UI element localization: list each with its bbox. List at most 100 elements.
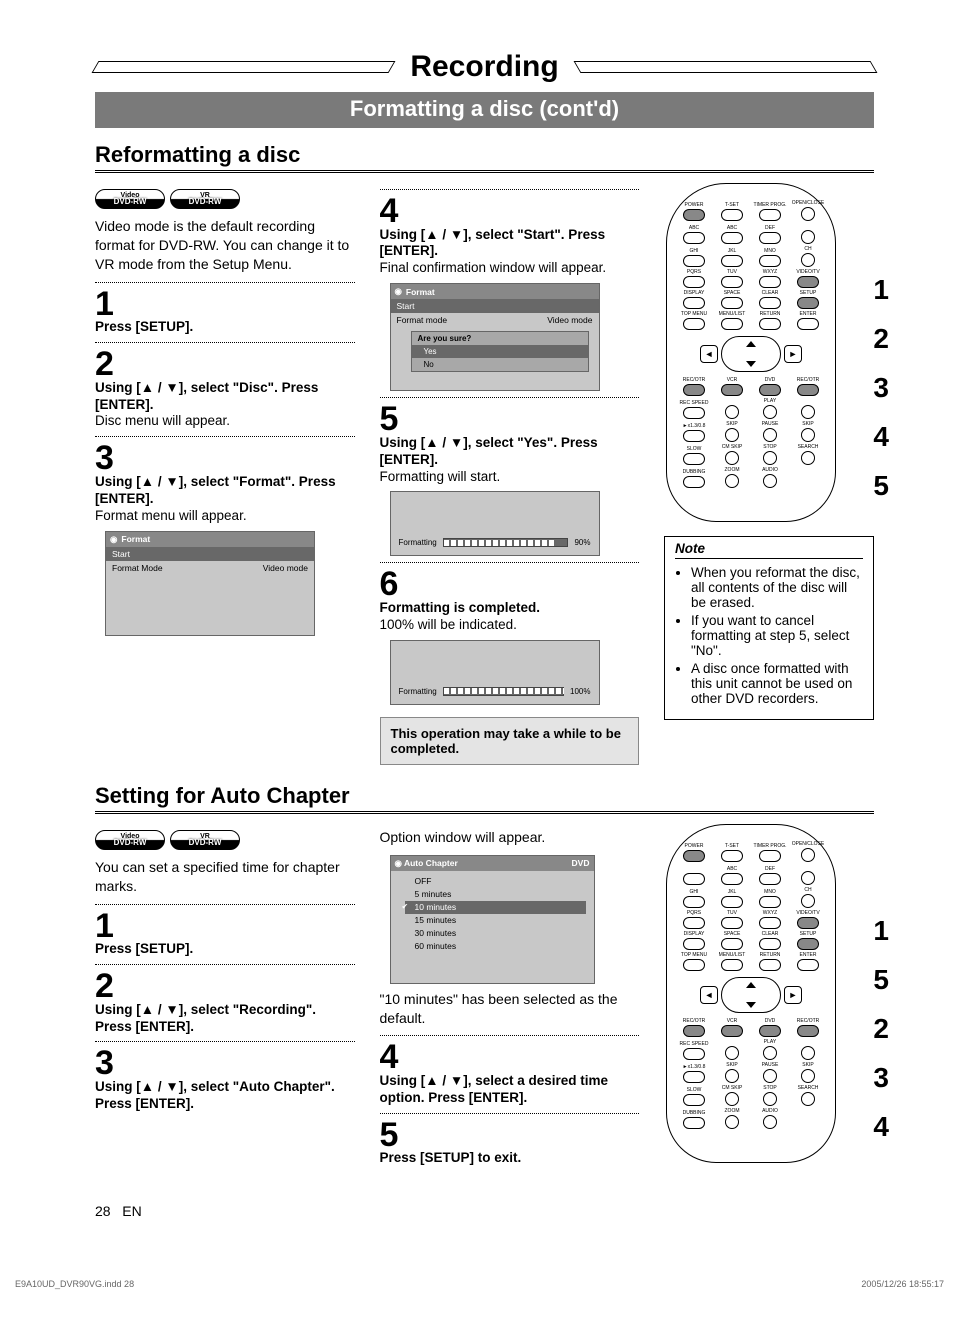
btn-1 bbox=[683, 232, 705, 244]
s2-step5-text: Press [SETUP] to exit. bbox=[380, 1150, 640, 1167]
format-menu-2: ◉Format Start Format modeVideo mode Are … bbox=[390, 283, 600, 391]
badge-dvdrw-video: VideoDVD-RW bbox=[95, 830, 165, 850]
btn-timer bbox=[759, 209, 781, 221]
section1-columns: VideoDVD-RW VRDVD-RW Video mode is the d… bbox=[95, 183, 874, 771]
btn-dub bbox=[683, 476, 705, 488]
badge-dvdrw-vr: VRDVD-RW bbox=[170, 189, 240, 209]
s2-step5: 5 bbox=[380, 1120, 640, 1151]
remote-control-1: POWER T-SET TIMER PROG. OPEN/CLOSE ABC A… bbox=[666, 183, 836, 522]
btn-setup bbox=[797, 297, 819, 309]
step-5: 5 bbox=[380, 404, 640, 435]
btn-7 bbox=[683, 276, 705, 288]
btn-zoom bbox=[725, 474, 739, 488]
step3-text: Using [▲ / ▼], select "Format". Press [E… bbox=[95, 474, 355, 508]
remote1-callouts: 1 2 3 4 5 bbox=[873, 269, 889, 507]
btn-dvd bbox=[759, 384, 781, 396]
btn-audio bbox=[763, 474, 777, 488]
btn-9 bbox=[759, 276, 781, 288]
step-1: 1 bbox=[95, 289, 355, 320]
step5-text: Using [▲ / ▼], select "Yes". Press [ENTE… bbox=[380, 435, 640, 469]
btn-enter bbox=[797, 318, 819, 330]
step5-sub: Formatting will start. bbox=[380, 469, 640, 486]
remote-control-2: POWER T-SET TIMER PROG. OPEN/CLOSE ABC D… bbox=[666, 824, 836, 1163]
print-mark: E9A10UD_DVR90VG.indd 28 2005/12/26 18:55… bbox=[0, 1249, 954, 1299]
btn-play bbox=[763, 405, 777, 419]
operation-note: This operation may take a while to be co… bbox=[380, 717, 640, 765]
btn-search bbox=[801, 451, 815, 465]
note-box: Note When you reformat the disc, all con… bbox=[664, 536, 874, 720]
sec1-col-middle: 4 Using [▲ / ▼], select "Start". Press [… bbox=[380, 183, 640, 771]
btn-2 bbox=[721, 232, 743, 244]
page-footer: 28 EN bbox=[95, 1197, 874, 1219]
progress-90: Formatting 90% bbox=[390, 491, 600, 556]
btn-chup bbox=[801, 230, 815, 244]
sec1-col-remote: POWER T-SET TIMER PROG. OPEN/CLOSE ABC A… bbox=[664, 183, 874, 720]
btn-stop bbox=[763, 451, 777, 465]
title-bar: Recording bbox=[95, 50, 874, 84]
btn-vcr bbox=[721, 384, 743, 396]
sec2-option-intro: Option window will appear. bbox=[380, 828, 640, 847]
btn-x13 bbox=[683, 430, 705, 442]
auto-chapter-menu: ◉ Auto ChapterDVD OFF 5 minutes 10 minut… bbox=[390, 855, 595, 984]
disc-icon: ◉ bbox=[110, 534, 117, 545]
btn-8 bbox=[721, 276, 743, 288]
note-item: When you reformat the disc, all contents… bbox=[691, 565, 863, 610]
heading-reformatting: Reformatting a disc bbox=[95, 142, 874, 173]
page-title: Recording bbox=[392, 50, 576, 84]
s2-step1-text: Press [SETUP]. bbox=[95, 941, 355, 958]
step6-text: Formatting is completed. bbox=[380, 600, 640, 617]
btn-chdn bbox=[801, 253, 815, 267]
btn-open bbox=[801, 207, 815, 221]
sec2-col-left: VideoDVD-RW VRDVD-RW You can set a speci… bbox=[95, 824, 355, 1113]
dpad: ◄ ► bbox=[675, 336, 827, 372]
sec1-col-left: VideoDVD-RW VRDVD-RW Video mode is the d… bbox=[95, 183, 355, 642]
sec2-col-remote: POWER T-SET TIMER PROG. OPEN/CLOSE ABC D… bbox=[664, 824, 874, 1163]
btn-rec2 bbox=[797, 384, 819, 396]
btn-pause bbox=[763, 428, 777, 442]
btn-display bbox=[683, 297, 705, 309]
s2-step4: 4 bbox=[380, 1042, 640, 1073]
disc-icon: ◉ bbox=[395, 286, 402, 297]
btn-clear bbox=[759, 297, 781, 309]
step-6: 6 bbox=[380, 569, 640, 600]
btn-slow bbox=[683, 453, 705, 465]
step4-text: Using [▲ / ▼], select "Start". Press [EN… bbox=[380, 227, 640, 261]
format-menu-1: ◉Format Start Format ModeVideo mode bbox=[105, 531, 315, 636]
btn-skipb bbox=[725, 428, 739, 442]
s2-step1: 1 bbox=[95, 911, 355, 942]
btn-power bbox=[683, 209, 705, 221]
btn-topmenu bbox=[683, 318, 705, 330]
btn-6 bbox=[759, 255, 781, 267]
progress-100: Formatting 100% bbox=[390, 640, 600, 705]
step2-text: Using [▲ / ▼], select "Disc". Press [ENT… bbox=[95, 380, 355, 414]
note-item: If you want to cancel formatting at step… bbox=[691, 613, 863, 658]
step-3: 3 bbox=[95, 443, 355, 474]
step-2: 2 bbox=[95, 349, 355, 380]
step4-sub: Final confirmation window will appear. bbox=[380, 260, 640, 277]
btn-rew bbox=[725, 405, 739, 419]
btn-return bbox=[759, 318, 781, 330]
btn-updown bbox=[721, 336, 781, 372]
btn-0 bbox=[721, 297, 743, 309]
heading-autochapter: Setting for Auto Chapter bbox=[95, 783, 874, 814]
step-4: 4 bbox=[380, 196, 640, 227]
btn-4 bbox=[683, 255, 705, 267]
s2-step4-text: Using [▲ / ▼], select a desired time opt… bbox=[380, 1073, 640, 1107]
btn-fwd bbox=[801, 405, 815, 419]
btn-tset bbox=[721, 209, 743, 221]
step1-text: Press [SETUP]. bbox=[95, 319, 355, 336]
btn-3 bbox=[759, 232, 781, 244]
btn-recspeed bbox=[683, 407, 705, 419]
btn-rec1 bbox=[683, 384, 705, 396]
btn-videotv bbox=[797, 276, 819, 288]
s2-step2-text: Using [▲ / ▼], select "Recording". Press… bbox=[95, 1002, 355, 1036]
formatting-banner: Formatting a disc (cont'd) bbox=[95, 92, 874, 128]
s2-step3: 3 bbox=[95, 1048, 355, 1079]
default-note: "10 minutes" has been selected as the de… bbox=[380, 990, 640, 1028]
remote2-callouts: 1 5 2 3 4 bbox=[873, 910, 889, 1148]
btn-5 bbox=[721, 255, 743, 267]
sec2-intro: You can set a specified time for chapter… bbox=[95, 858, 355, 896]
step2-sub: Disc menu will appear. bbox=[95, 413, 355, 430]
note-item: A disc once formatted with this unit can… bbox=[691, 661, 863, 706]
btn-cmskip bbox=[725, 451, 739, 465]
